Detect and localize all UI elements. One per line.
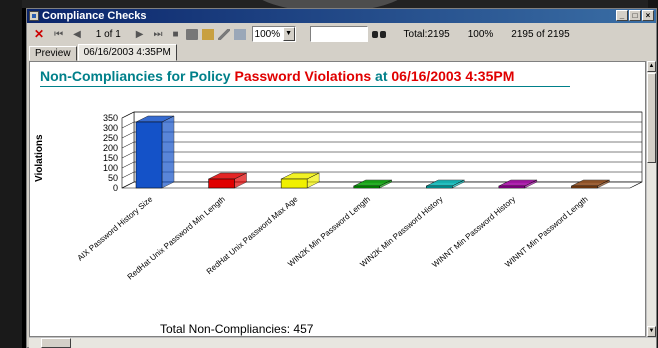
maximize-button[interactable]: □ [629,10,641,21]
bar [426,185,453,189]
record-count: 2195 of 2195 [511,28,570,40]
violations-chart: 050100150200250300350 AIX Password Histor… [76,111,643,282]
close-button[interactable]: × [642,10,654,21]
tab-report-instance[interactable]: 06/16/2003 4:35PM [77,44,177,61]
y-tick-label: 300 [103,123,118,133]
scroll-up-button[interactable]: ▲ [647,61,656,72]
window-controls: _ □ × [616,10,654,21]
bar [571,185,598,189]
bar-side [161,115,175,189]
next-page-button[interactable]: ▶ [136,29,144,40]
y-tick-label: 50 [108,173,118,183]
bar [498,185,526,189]
print-icon[interactable] [185,28,198,40]
window-title: Compliance Checks [42,10,147,22]
y-tick-label: 100 [103,163,118,173]
title-bar[interactable]: Compliance Checks _ □ × [27,9,656,23]
y-tick-label: 0 [113,183,118,193]
x-tick-label: WIN2K Min Password History [358,195,444,269]
scroll-down-button[interactable]: ▼ [647,326,656,337]
bar [353,185,380,189]
zoom-select[interactable]: 100% ▼ [251,26,296,42]
search-input[interactable] [309,26,368,42]
last-page-button[interactable]: ⏭ [154,29,163,40]
tab-strip: Preview 06/16/2003 4:35PM [27,44,656,61]
x-tick-label: WIN2K Min Password Length [286,195,372,269]
vertical-scroll-thumb[interactable] [647,73,656,163]
bar [208,178,235,189]
page-indicator: 1 of 1 [95,28,121,40]
first-page-button[interactable]: ⏮ [54,29,63,40]
desktop-left-edge [0,0,22,348]
close-report-button[interactable]: ✕ [34,27,44,41]
stop-loading-button[interactable]: ■ [173,29,179,40]
chart-back-wall [133,111,643,183]
bar [135,121,163,189]
horizontal-scroll-thumb[interactable] [41,338,71,348]
x-tick-label: WINNT Min Password Length [503,195,589,270]
chart-side-wall [121,111,135,189]
app-icon [29,11,39,21]
percent-loaded: 100% [467,28,494,40]
toolbar: ✕ ⏮ ◀ 1 of 1 ▶ ⏭ ■ 100% ▼ Total:2195 100… [27,24,656,44]
zoom-value: 100% [254,28,281,40]
horizontal-scrollbar[interactable] [29,337,656,348]
binoculars-icon[interactable] [371,29,386,39]
x-tick-label: AIX Password History Size [76,194,155,262]
tab-preview[interactable]: Preview [29,46,77,61]
y-tick-label: 250 [103,133,118,143]
report-viewer-window: Compliance Checks _ □ × ✕ ⏮ ◀ 1 of 1 ▶ ⏭… [26,8,657,348]
y-tick-label: 350 [103,113,118,123]
chevron-down-icon[interactable]: ▼ [282,27,295,41]
vertical-scrollbar[interactable]: ▲ ▼ [646,61,656,337]
total-noncompliancies: Total Non-Compliancies: 457 [160,322,314,336]
y-tick-label: 200 [103,143,118,153]
total-records: Total:2195 [403,28,450,40]
prev-page-button[interactable]: ◀ [73,29,81,40]
upload-icon[interactable] [233,28,246,40]
y-tick-label: 150 [103,153,118,163]
report-page: Non-Compliancies for Policy Password Vio… [29,61,646,337]
refresh-icon[interactable] [217,28,230,40]
bar [280,178,308,189]
export-icon[interactable] [201,28,214,40]
minimize-button[interactable]: _ [616,10,628,21]
x-tick-label: WINNT Min Password History [430,195,517,270]
